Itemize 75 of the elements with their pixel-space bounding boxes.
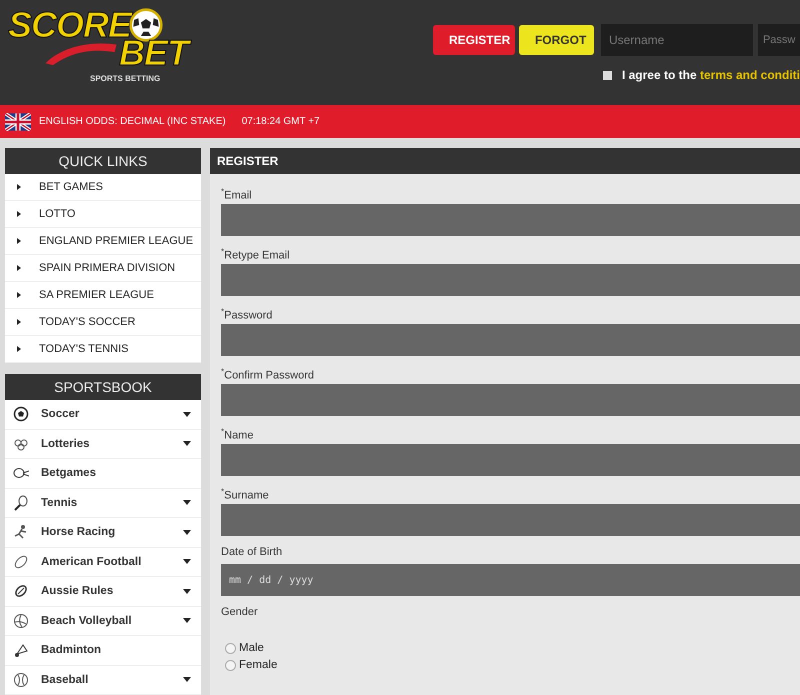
quick-link[interactable]: ENGLAND PREMIER LEAGUE: [5, 228, 201, 255]
sport-item[interactable]: Lotteries: [5, 430, 201, 459]
quick-link[interactable]: TODAY'S SOCCER: [5, 309, 201, 336]
field-label: $^{*}$Confirm Password: [221, 366, 315, 384]
agree-text: I agree to the terms and conditi: [622, 68, 800, 82]
arrow-icon: [17, 184, 21, 190]
logo-tagline: SPORTS BETTING: [90, 74, 162, 83]
logo-wordmark: SCORE: [8, 8, 132, 42]
input-field[interactable]: [221, 384, 800, 416]
radio-label: Female: [239, 659, 278, 671]
field-label: $^{*}$Surname: [221, 486, 270, 504]
sport-label: Beach Volleyball: [41, 614, 133, 627]
field-label: $^{*}$Retype Email: [221, 246, 291, 264]
sport-item[interactable]: Aussie Rules: [5, 577, 201, 606]
field-label: $^{*}$Name: [221, 426, 254, 444]
football-icon: [13, 583, 29, 600]
sport-label: Horse Racing: [41, 526, 116, 538]
baseball-icon: [13, 672, 29, 688]
sport-item[interactable]: Beach Volleyball: [5, 606, 201, 636]
quick-link[interactable]: SPAIN PRIMERA DIVISION: [5, 255, 201, 282]
password-field[interactable]: Passw: [758, 24, 800, 56]
quick-link[interactable]: BET GAMES: [5, 174, 201, 201]
register-button[interactable]: REGISTER: [432, 25, 515, 55]
sport-label: American Football: [41, 556, 142, 568]
sport-item[interactable]: Badminton: [5, 636, 201, 666]
racket-icon: [13, 494, 29, 511]
radio-button[interactable]: [225, 642, 236, 654]
agree-checkbox[interactable]: [602, 70, 612, 80]
sport-label: Lotteries: [41, 438, 91, 450]
terms-link[interactable]: terms and conditi: [700, 68, 800, 82]
sport-label: Baseball: [41, 674, 90, 686]
arrow-icon: [17, 292, 21, 298]
input-field[interactable]: [221, 444, 800, 476]
clock-text: 07:18:24 GMT +7: [242, 116, 320, 127]
arrow-icon: [17, 265, 21, 271]
field-label: $^{*}$Email: [221, 186, 253, 204]
shuttlecock-icon: [13, 642, 29, 658]
arrow-icon: [17, 319, 21, 325]
sport-item[interactable]: Tennis: [5, 488, 201, 518]
sport-label: Aussie Rules: [41, 585, 114, 598]
sport-item[interactable]: American Football: [5, 548, 201, 577]
field-label: Date of Birth: [221, 545, 284, 560]
quick-link[interactable]: LOTTO: [5, 201, 201, 228]
field-label: $^{*}$Password: [221, 306, 274, 324]
sport-item[interactable]: Horse Racing: [5, 518, 201, 548]
sport-item[interactable]: Betgames: [5, 459, 201, 488]
arrow-icon: [17, 211, 21, 217]
input-field[interactable]: [221, 264, 800, 296]
quick-link[interactable]: TODAY'S TENNIS: [5, 336, 201, 363]
date-field[interactable]: mm / dd / yyyy: [221, 564, 800, 596]
forgot-button[interactable]: FORGOT: [518, 25, 594, 55]
football-icon: [13, 554, 29, 570]
volleyball-icon: [13, 612, 29, 629]
panel-header: QUICK LINKS: [5, 148, 201, 174]
arrow-icon: [17, 346, 21, 352]
radio-label: Male: [239, 642, 264, 654]
username-field[interactable]: Username: [600, 24, 753, 56]
uk-flag-icon[interactable]: [5, 112, 31, 130]
input-field[interactable]: [221, 504, 800, 536]
arrow-icon: [17, 238, 21, 244]
odds-format-link[interactable]: ENGLISH ODDS: DECIMAL (INC STAKE): [39, 116, 226, 127]
sport-item[interactable]: Soccer: [5, 400, 201, 430]
radio-button[interactable]: [225, 660, 236, 670]
sport-item[interactable]: Baseball: [5, 666, 201, 695]
sport-label: Betgames: [41, 467, 97, 480]
panel-header: SPORTSBOOK: [5, 374, 201, 400]
quick-link[interactable]: SA PREMIER LEAGUE: [5, 282, 201, 309]
input-field[interactable]: [221, 324, 800, 356]
form-header: REGISTER: [210, 148, 800, 174]
field-label: Gender: [221, 605, 259, 620]
sport-label: Badminton: [41, 644, 102, 656]
sport-label: Soccer: [41, 408, 80, 420]
sport-label: Tennis: [41, 496, 78, 509]
input-field[interactable]: [221, 204, 800, 236]
runner-icon: [13, 524, 29, 540]
